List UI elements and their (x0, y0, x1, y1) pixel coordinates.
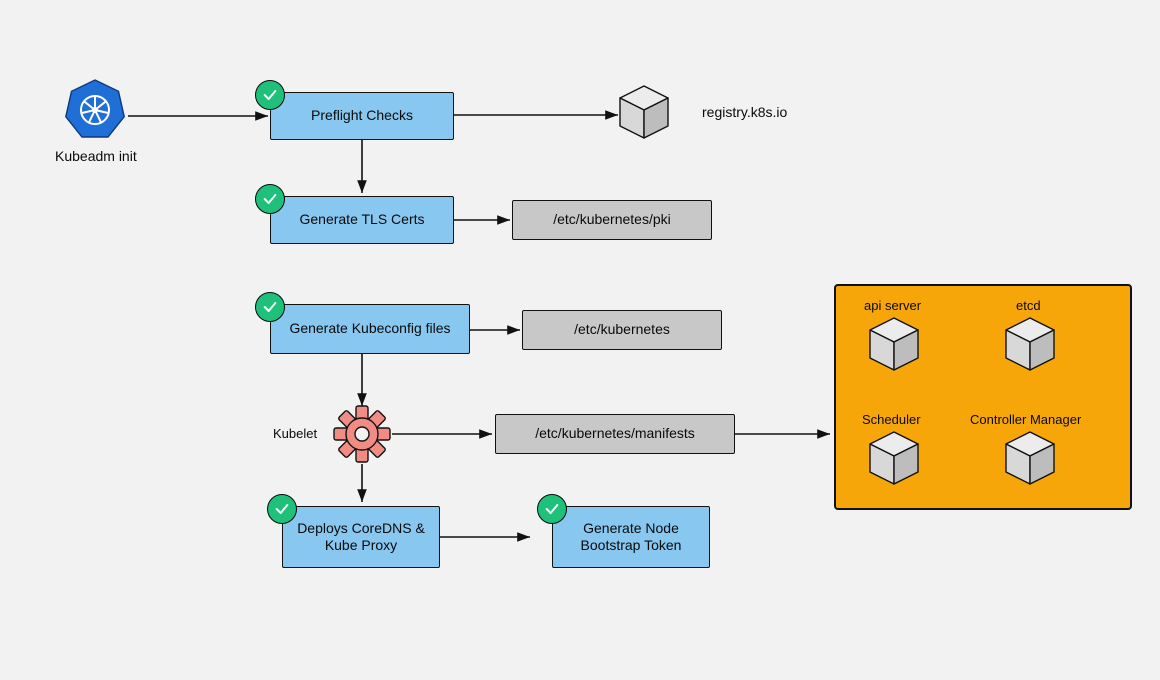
manifests-path-box: /etc/kubernetes/manifests (495, 414, 735, 454)
preflight-check-icon (255, 80, 285, 110)
preflight-box: Preflight Checks (270, 92, 454, 140)
kubeadm-init-label: Kubeadm init (55, 148, 137, 164)
kubelet-label: Kubelet (273, 426, 317, 441)
deploys-check-icon (267, 494, 297, 524)
scheduler-label: Scheduler (862, 412, 921, 427)
kubeconfig-check-icon (255, 292, 285, 322)
kubeconfig-box: Generate Kubeconfig files (270, 304, 470, 354)
bootstrap-check-icon (537, 494, 567, 524)
preflight-label: Preflight Checks (311, 107, 413, 125)
etc-path-box: /etc/kubernetes (522, 310, 722, 350)
manifests-path-label: /etc/kubernetes/manifests (535, 425, 695, 443)
pki-path-box: /etc/kubernetes/pki (512, 200, 712, 240)
etcd-label: etcd (1016, 298, 1041, 313)
diagram-canvas: Kubelet Kubeadm init Preflight Checks re… (0, 0, 1160, 680)
registry-label: registry.k8s.io (702, 104, 787, 120)
controller-manager-label: Controller Manager (970, 412, 1081, 427)
deploys-box: Deploys CoreDNS & Kube Proxy (282, 506, 440, 568)
deploys-label: Deploys CoreDNS & Kube Proxy (291, 520, 431, 555)
tls-box: Generate TLS Certs (270, 196, 454, 244)
api-server-label: api server (864, 298, 921, 313)
tls-label: Generate TLS Certs (299, 211, 424, 229)
pki-path-label: /etc/kubernetes/pki (553, 211, 671, 229)
bootstrap-label: Generate Node Bootstrap Token (561, 520, 701, 555)
control-plane-panel (834, 284, 1132, 510)
etc-path-label: /etc/kubernetes (574, 321, 670, 339)
kubelet-gear-icon (334, 406, 390, 462)
tls-check-icon (255, 184, 285, 214)
bootstrap-box: Generate Node Bootstrap Token (552, 506, 710, 568)
kubeconfig-label: Generate Kubeconfig files (289, 320, 450, 338)
